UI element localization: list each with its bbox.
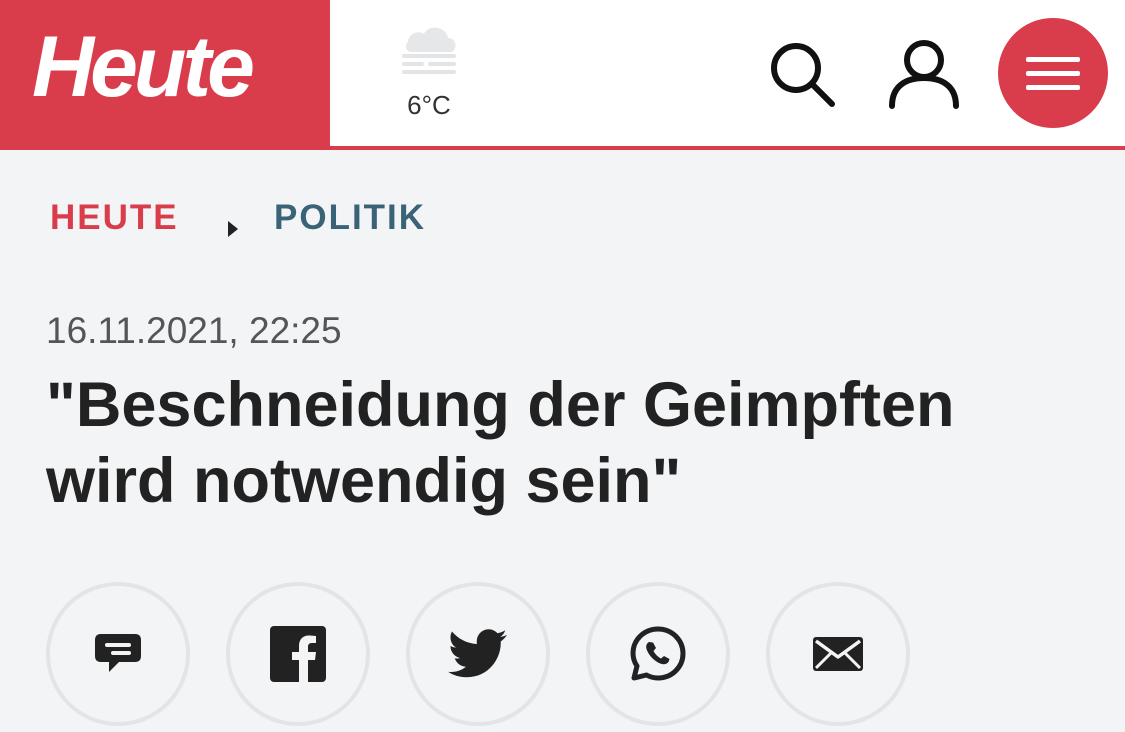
email-share-button[interactable] <box>766 582 910 726</box>
weather-temperature: 6°C <box>407 90 451 120</box>
facebook-share-button[interactable] <box>226 582 370 726</box>
fog-cloud-icon <box>394 22 464 83</box>
chevron-right-icon <box>226 208 240 248</box>
facebook-icon <box>270 626 326 682</box>
breadcrumb-section-link[interactable]: POLITIK <box>274 198 426 238</box>
twitter-share-button[interactable] <box>406 582 550 726</box>
whatsapp-icon <box>630 626 686 681</box>
article-headline: "Beschneidung der Geimpften wird notwend… <box>46 370 955 516</box>
account-button[interactable] <box>886 36 962 112</box>
site-header: Heute 6°C <box>0 0 1125 150</box>
email-icon <box>813 637 863 671</box>
hamburger-menu-icon <box>1026 57 1080 90</box>
comment-icon <box>95 634 141 672</box>
twitter-icon <box>448 629 507 678</box>
article-date: 16.11.2021, 22:25 <box>46 310 342 351</box>
whatsapp-share-button[interactable] <box>586 582 730 726</box>
comment-button[interactable] <box>46 582 190 726</box>
breadcrumb-home-link[interactable]: HEUTE <box>50 198 179 238</box>
logo[interactable]: Heute <box>0 0 330 146</box>
search-icon <box>771 43 835 107</box>
search-button[interactable] <box>766 38 838 110</box>
weather-widget[interactable]: 6°C <box>386 22 472 122</box>
logo-text[interactable]: Heute <box>32 24 255 110</box>
menu-button[interactable] <box>998 18 1108 128</box>
user-icon <box>889 40 959 109</box>
